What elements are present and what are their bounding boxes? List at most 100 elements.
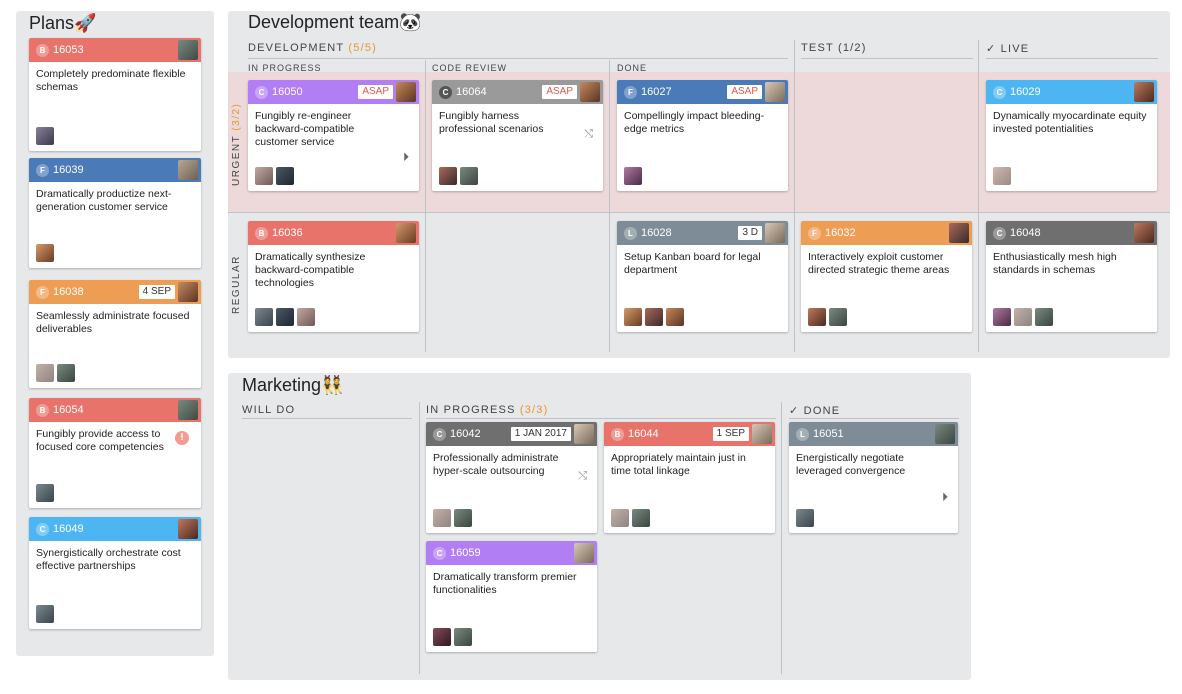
- col-test: TEST (1/2): [801, 42, 867, 54]
- avatar[interactable]: [611, 509, 629, 527]
- avatar[interactable]: [632, 509, 650, 527]
- due-date-tag: 1 SEP: [712, 427, 749, 441]
- avatar[interactable]: [36, 244, 54, 262]
- avatar[interactable]: [454, 628, 472, 646]
- card-text: Dramatically productize next-generation …: [36, 188, 172, 213]
- card-type-badge: C: [993, 226, 1006, 240]
- avatar[interactable]: [574, 543, 594, 563]
- avatar[interactable]: [433, 509, 451, 527]
- avatar[interactable]: [178, 282, 198, 302]
- card-16048[interactable]: C 16048 Enthusiastically mesh high standa…: [986, 221, 1157, 332]
- card-16044[interactable]: B 16044 1 SEP Appropriately maintain just …: [604, 422, 775, 533]
- card-16032[interactable]: F 16032 Interactively exploit customer di…: [801, 221, 972, 332]
- col-development: DEVELOPMENT (5/5): [248, 42, 377, 54]
- avatar[interactable]: [1134, 223, 1154, 243]
- avatar[interactable]: [765, 82, 785, 102]
- avatar[interactable]: [36, 127, 54, 145]
- card-header: C 16049: [29, 517, 201, 541]
- avatar[interactable]: [752, 424, 772, 444]
- card-id: 16044: [628, 428, 659, 440]
- card-16039[interactable]: F 16039 Dramatically productize next-gene…: [29, 158, 201, 268]
- avatar[interactable]: [255, 308, 273, 326]
- split-icon[interactable]: ⤭: [584, 128, 593, 141]
- col-will-do: WILL DO: [242, 404, 296, 416]
- card-16036[interactable]: B 16036 Dramatically synthesize backward-…: [248, 221, 419, 332]
- age-tag: 3 D: [738, 226, 762, 240]
- avatar[interactable]: [433, 628, 451, 646]
- avatar[interactable]: [454, 509, 472, 527]
- tag-icon[interactable]: ⏵: [942, 490, 948, 505]
- avatar[interactable]: [36, 484, 54, 502]
- card-type-badge: F: [624, 85, 637, 99]
- card-header: F 16039: [29, 158, 201, 182]
- card-header: L 16028 3 D: [617, 221, 788, 245]
- avatar[interactable]: [439, 167, 457, 185]
- avatar[interactable]: [178, 40, 198, 60]
- avatar[interactable]: [36, 364, 54, 382]
- card-type-badge: F: [36, 285, 49, 299]
- card-16051[interactable]: L 16051 Energistically negotiate leverage…: [789, 422, 958, 533]
- avatar[interactable]: [396, 82, 416, 102]
- avatar[interactable]: [935, 424, 955, 444]
- avatar[interactable]: [276, 167, 294, 185]
- avatar[interactable]: [255, 167, 273, 185]
- avatar[interactable]: [1134, 82, 1154, 102]
- avatar[interactable]: [624, 308, 642, 326]
- card-header: B 16044 1 SEP: [604, 422, 775, 446]
- card-16027[interactable]: F 16027 ASAP Compellingly impact bleeding-…: [617, 80, 788, 191]
- card-16049[interactable]: C 16049 Synergistically orchestrate cost …: [29, 517, 201, 629]
- avatar[interactable]: [178, 160, 198, 180]
- avatar[interactable]: [808, 308, 826, 326]
- dev-title: Development team🐼: [248, 12, 422, 32]
- col-development-count: (5/5): [348, 42, 378, 54]
- avatar[interactable]: [178, 519, 198, 539]
- card-16064[interactable]: C 16064 ASAP Fungibly harness professional…: [432, 80, 603, 191]
- avatar[interactable]: [178, 400, 198, 420]
- avatar[interactable]: [1014, 308, 1032, 326]
- card-16042[interactable]: C 16042 1 JAN 2017 Professionally administ…: [426, 422, 597, 533]
- avatar[interactable]: [645, 308, 663, 326]
- card-16038[interactable]: F 16038 4 SEP Seamlessly administrate focu…: [29, 280, 201, 388]
- card-type-badge: C: [36, 522, 49, 536]
- card-type-badge: B: [36, 403, 49, 417]
- card-header: F 16038 4 SEP: [29, 280, 201, 304]
- avatar[interactable]: [396, 223, 416, 243]
- avatar[interactable]: [829, 308, 847, 326]
- tag-icon[interactable]: ⏵: [403, 150, 409, 165]
- card-text: Enthusiastically mesh high standards in …: [993, 251, 1117, 276]
- card-text: Completely predominate flexible schemas: [36, 68, 186, 93]
- avatar[interactable]: [765, 223, 785, 243]
- avatar[interactable]: [666, 308, 684, 326]
- card-type-badge: F: [808, 226, 821, 240]
- avatar[interactable]: [580, 82, 600, 102]
- col-live: ✓ LIVE: [986, 43, 1030, 55]
- avatar[interactable]: [460, 167, 478, 185]
- split-icon[interactable]: ⤭: [578, 470, 587, 483]
- card-16028[interactable]: L 16028 3 D Setup Kanban board for legal d…: [617, 221, 788, 332]
- avatar[interactable]: [57, 364, 75, 382]
- avatar[interactable]: [624, 167, 642, 185]
- avatar[interactable]: [276, 308, 294, 326]
- avatar[interactable]: [796, 509, 814, 527]
- card-16059[interactable]: C 16059 Dramatically transform premier fu…: [426, 541, 597, 652]
- avatar[interactable]: [36, 605, 54, 623]
- avatar[interactable]: [993, 167, 1011, 185]
- alert-icon[interactable]: !: [175, 431, 189, 445]
- marketing-title: Marketing👯: [242, 375, 344, 395]
- card-text: Fungibly harness professional scenarios: [439, 110, 544, 135]
- avatar[interactable]: [297, 308, 315, 326]
- card-16054[interactable]: B 16054 Fungibly provide access to focuse…: [29, 398, 201, 508]
- card-text: Synergistically orchestrate cost effecti…: [36, 547, 181, 572]
- avatar[interactable]: [1035, 308, 1053, 326]
- card-type-badge: B: [36, 43, 49, 57]
- avatar[interactable]: [949, 223, 969, 243]
- card-text: Dynamically myocardinate equity invested…: [993, 110, 1147, 135]
- card-16053[interactable]: B 16053 Completely predominate flexible s…: [29, 38, 201, 151]
- asap-tag: ASAP: [358, 85, 393, 99]
- card-16050[interactable]: C 16050 ASAP Fungibly re-engineer backward…: [248, 80, 419, 191]
- avatar[interactable]: [574, 424, 594, 444]
- lane-urgent-label: URGENT (3/2): [231, 103, 242, 186]
- card-16029[interactable]: C 16029 Dynamically myocardinate equity i…: [986, 80, 1157, 191]
- divider: [986, 58, 1158, 59]
- avatar[interactable]: [993, 308, 1011, 326]
